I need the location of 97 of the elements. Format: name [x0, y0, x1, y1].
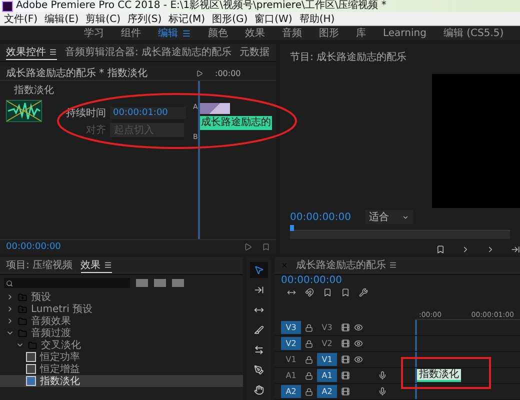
magnet-icon[interactable] [305, 288, 314, 297]
panel-tab[interactable]: 效果 [80, 258, 112, 273]
track-target[interactable]: A2 [317, 385, 337, 398]
effect-tree-item[interactable]: 预设 [0, 291, 243, 303]
effect-tree-item[interactable]: 音频效果 [0, 315, 243, 327]
workspace-tab[interactable]: 库 [356, 26, 366, 40]
source-patch[interactable]: V3 [281, 321, 301, 334]
mic-icon[interactable] [378, 371, 387, 380]
clip-b: 成长路途励志的 [200, 116, 272, 130]
film-icon[interactable] [341, 323, 350, 332]
menu-item[interactable]: 图形(G) [212, 12, 248, 26]
eye-icon[interactable] [354, 323, 363, 332]
menu-icon [104, 261, 112, 269]
effect-name: 指数淡化 [14, 84, 55, 97]
menu-item[interactable]: 编辑(E) [44, 12, 79, 26]
audio-clip[interactable]: 指数淡化 [417, 369, 461, 382]
track-target[interactable]: V2 [317, 337, 337, 350]
source-patch[interactable]: A2 [281, 385, 301, 398]
effect-tree-item[interactable]: 恒定增益 [0, 363, 243, 375]
lock-icon[interactable] [305, 340, 313, 348]
monitor-title: 节目: 成长路途励志的配乐 [289, 50, 408, 64]
panel-tab[interactable]: 效果控件 [6, 45, 57, 60]
marker-icon[interactable] [436, 245, 445, 254]
film-icon[interactable] [341, 387, 350, 396]
folder-icon [18, 304, 27, 314]
menu-icon [389, 261, 397, 269]
chevron-down-icon [402, 214, 410, 220]
zoom-dropdown[interactable]: 适合 [365, 210, 414, 224]
workspace-tab[interactable]: Learning [383, 28, 426, 38]
workspace-tab[interactable]: 编辑 [158, 26, 191, 40]
hand-icon [254, 385, 264, 395]
film-icon[interactable] [341, 355, 350, 364]
menu-item[interactable]: 窗口(W) [254, 12, 292, 26]
menu-item[interactable]: 标记(M) [168, 12, 206, 26]
folder-icon [28, 340, 37, 350]
clip-a [200, 103, 230, 114]
effect-tree-item[interactable]: 音频过渡 [0, 327, 243, 339]
play-icon [244, 243, 252, 251]
track-target[interactable]: A1 [317, 369, 337, 382]
mic-icon[interactable] [378, 387, 387, 396]
source-patch[interactable]: V2 [281, 337, 301, 350]
left-right-arrow-icon [254, 345, 264, 355]
track-target[interactable]: V1 [317, 353, 337, 366]
track-target[interactable]: V3 [317, 321, 337, 334]
effect-tree-item[interactable]: 恒定功率 [0, 351, 243, 363]
duration-field[interactable]: 00:00:01:00 [110, 107, 186, 119]
timecode: 00:00:00:00 [281, 275, 344, 286]
wrench-icon[interactable] [359, 288, 368, 297]
timecode: 00:00:00:00 [6, 242, 61, 252]
app-icon [2, 0, 13, 12]
eye-icon[interactable] [354, 339, 363, 348]
lock-icon[interactable] [305, 372, 313, 380]
panel-tab[interactable]: 元数据 [240, 45, 270, 60]
lock-icon[interactable] [305, 356, 313, 364]
menu-icon [49, 48, 57, 56]
workspace-tab[interactable]: 音频 [282, 26, 302, 40]
workspace-tab[interactable]: 学习 [84, 26, 104, 40]
lock-icon[interactable] [305, 324, 313, 332]
workspace-tab[interactable]: 组件 [121, 26, 141, 40]
menu-icon [182, 28, 191, 38]
effect-tree-item[interactable]: 指数淡化 [0, 375, 243, 387]
effect-tree-item[interactable]: 交叉淡化 [0, 339, 243, 351]
folder-icon [18, 292, 27, 302]
search-icon [6, 280, 13, 286]
panel-tab[interactable]: 音频剪辑混合器: 成长路途励志的配乐 [65, 45, 232, 60]
eye-icon[interactable] [354, 355, 363, 364]
transition-thumbnail [6, 100, 42, 122]
play-icon [196, 70, 203, 76]
arrow-to-line-icon [254, 285, 264, 295]
menu-item[interactable]: 剪辑(C) [86, 12, 120, 26]
effect-tree-item[interactable]: Lumetri 预设 [0, 303, 243, 315]
folder-icon [18, 316, 27, 326]
workspace-tab[interactable]: 图形 [319, 26, 339, 40]
horizontal-arrows-icon [254, 305, 264, 315]
film-icon[interactable] [341, 339, 350, 348]
menu-item[interactable]: 序列(S) [127, 12, 162, 26]
film-icon[interactable] [341, 371, 350, 380]
search-field[interactable] [4, 278, 130, 288]
workspace-tab[interactable]: 编辑 (CS5.5) [443, 26, 504, 40]
source-patch[interactable]: V1 [281, 353, 301, 366]
menu-item[interactable]: 帮助(H) [299, 12, 335, 26]
pen-icon [254, 365, 264, 375]
blade-icon [254, 325, 264, 335]
lock-icon[interactable] [305, 388, 313, 396]
tool-button[interactable] [250, 262, 268, 278]
window-title: Adobe Premiere Pro CC 2018 - E:\1影视区\视频号\premiere\工作区\压缩视频 * [16, 0, 386, 12]
pointer-icon [254, 265, 264, 275]
clip-path: 成长路途励志的配乐 * 指数淡化 [6, 66, 148, 80]
marker-icon[interactable] [341, 288, 350, 297]
timecode: 00:00:00:00 [290, 212, 352, 222]
folder-icon [18, 328, 27, 338]
workspace-tab[interactable]: 效果 [245, 26, 265, 40]
workspace-tab[interactable]: 颜色 [208, 26, 228, 40]
ruler-label: :00:00 [215, 68, 241, 78]
panel-tab[interactable]: 项目: 压缩视频 [6, 258, 73, 273]
source-patch[interactable]: A1 [281, 369, 301, 382]
menu-item[interactable]: 文件(F) [4, 12, 38, 26]
